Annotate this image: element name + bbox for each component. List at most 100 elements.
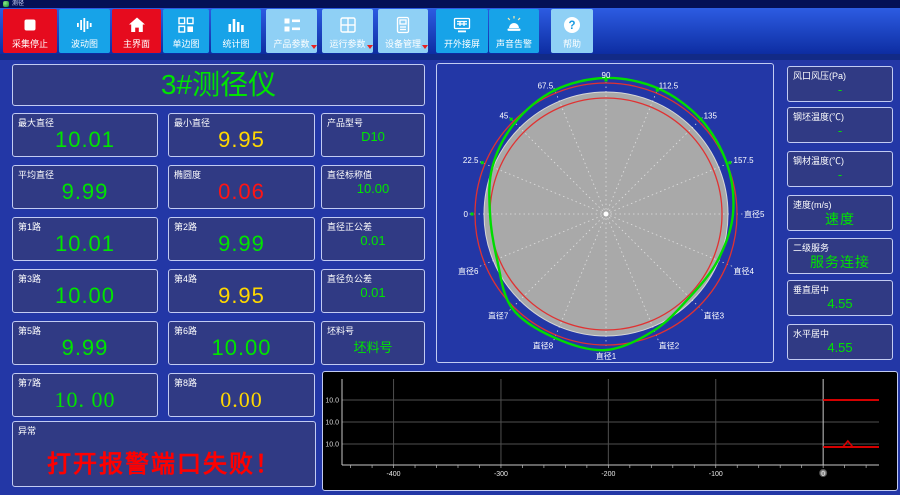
svg-text:?: ? (568, 20, 575, 32)
diameter-label: 直径4 (734, 266, 755, 276)
cell-value: 10.00 (356, 181, 390, 196)
app-icon (3, 1, 9, 7)
abnormal-label: 异常 (18, 426, 37, 436)
toolbar-button-single-edge-chart[interactable]: 单边图 (163, 9, 209, 53)
cell-value: 10.00 (211, 335, 272, 360)
waveform-icon (59, 14, 110, 36)
measurement-cell: 第5路 9.99 (12, 321, 158, 365)
toolbar-divider (0, 54, 900, 60)
cell-label: 水平居中 (793, 329, 830, 339)
toolbar-button-label: 帮助 (562, 39, 581, 49)
angle-label: 135 (704, 111, 718, 120)
x-tick-label: 0 (821, 471, 825, 478)
window-grid-icon (322, 14, 373, 36)
toolbar-button-label: 采集停止 (11, 39, 48, 49)
product-info-cell: 产品型号 D10 (321, 113, 425, 157)
abnormal-box: 异常 打开报警端口失败！ (12, 421, 316, 487)
cell-label: 钢坯温度(℃) (793, 112, 844, 122)
cell-value: 服务连接 (810, 254, 870, 270)
toolbar-button-main-view[interactable]: 主界面 (112, 9, 161, 53)
trend-chart-panel: 10.0 10.0 10.0 -400 -300 -200 -100 0 (322, 371, 898, 491)
toolbar-button-label: 产品参数 (273, 39, 317, 49)
y-tick-label: 10.0 (325, 420, 339, 427)
diameter-label: 直径2 (659, 341, 680, 351)
cell-label: 产品型号 (327, 118, 364, 128)
product-info-cell: 直径负公差 0.01 (321, 269, 425, 313)
stop-icon (3, 14, 57, 36)
trend-chart: 10.0 10.0 10.0 -400 -300 -200 -100 0 (325, 379, 879, 478)
monitor-icon (436, 14, 488, 36)
angle-label: 45 (499, 111, 508, 120)
toolbar-button-device-management[interactable]: 设备管理 (378, 9, 428, 53)
measurement-cell: 最小直径 9.95 (168, 113, 315, 157)
status-cell: 垂直居中 4.55 (787, 280, 893, 316)
toolbar-button-label: 波动图 (70, 39, 98, 49)
status-cell: 钢材温度(℃) - (787, 151, 893, 187)
cell-value: - (837, 82, 843, 97)
angle-marker (699, 117, 703, 121)
product-info-cell: 直径正公差 0.01 (321, 217, 425, 261)
cell-label: 直径正公差 (327, 222, 373, 232)
barchart-icon (211, 14, 261, 36)
measurement-cell: 椭圆度 0.06 (168, 165, 315, 209)
cell-label: 垂直居中 (793, 285, 830, 295)
toolbar-button-sound-alarm[interactable]: 声音告警 (489, 9, 539, 53)
angle-marker (728, 161, 732, 165)
toolbar-button-product-params[interactable]: 产品参数 (266, 9, 317, 53)
dropdown-arrow-icon (366, 45, 373, 49)
status-cell: 速度(m/s) 速度 (787, 195, 893, 231)
cell-value: 9.95 (218, 127, 265, 152)
cell-value: 0.01 (360, 285, 386, 300)
toolbar-button-label: 开外接屏 (443, 39, 480, 49)
toolbar-button-label: 单边图 (172, 39, 200, 49)
measurement-cell: 第3路 10.00 (12, 269, 158, 313)
cell-value: D10 (361, 129, 385, 144)
cell-value: - (837, 167, 843, 182)
cell-value: 9.99 (218, 231, 265, 256)
cell-value: 0.00 (220, 387, 263, 412)
cell-value: 10.00 (54, 283, 116, 308)
diameter-label: 直径8 (533, 341, 554, 351)
toolbar-button-label: 设备管理 (385, 39, 428, 49)
measurement-cell: 第1路 10.01 (12, 217, 158, 261)
toolbar-button-label: 声音告警 (495, 39, 532, 49)
dropdown-arrow-icon (310, 45, 317, 49)
cell-value: 速度 (825, 211, 855, 227)
measurement-cell: 第6路 10.00 (168, 321, 315, 365)
header-title-box: 3#测径仪 (12, 64, 425, 106)
toolbar-button-stop-capture[interactable]: 采集停止 (3, 9, 57, 53)
cell-value: - (837, 123, 843, 138)
cell-value: 0.01 (360, 233, 386, 248)
angle-label: 22.5 (463, 156, 479, 165)
window-titlebar: 测径 (0, 0, 900, 8)
toolbar: 采集停止 波动图 主界面 单边图 统计图 产品参数 运行参数 设备管理 开外接屏 声音告警? 帮助 (0, 8, 900, 54)
y-tick-label: 10.0 (325, 442, 339, 449)
x-tick-label: -100 (709, 471, 723, 478)
angle-label: 157.5 (734, 156, 755, 165)
toolbar-button-statistics-chart[interactable]: 统计图 (211, 9, 261, 53)
cell-value: 坯料号 (353, 340, 393, 355)
cell-value: 9.99 (61, 179, 109, 204)
polar-chart-panel: 0 22.5 45 67.5 90 112.5 135 157.5 直径5 直径4 直径3 直径2 直径… (436, 63, 774, 363)
angle-marker (553, 88, 557, 92)
angle-label: 0 (464, 210, 469, 219)
dropdown-arrow-icon (422, 45, 428, 49)
toolbar-button-fluctuation-chart[interactable]: 波动图 (59, 9, 110, 53)
x-tick-label: -300 (494, 471, 508, 478)
home-icon (112, 14, 161, 36)
cell-value: 10. 00 (54, 387, 116, 412)
toolbar-button-help[interactable]: ? 帮助 (551, 9, 593, 53)
cell-value: 10.01 (54, 231, 116, 256)
toolbar-button-label: 运行参数 (329, 39, 373, 49)
product-info-cell: 直径标称值 10.00 (321, 165, 425, 209)
abnormal-text: 打开报警端口失败！ (47, 450, 281, 478)
toolbar-button-operation-params[interactable]: 运行参数 (322, 9, 373, 53)
measurement-cell: 最大直径 10.01 (12, 113, 158, 157)
cell-value: 4.55 (827, 296, 853, 311)
status-cell: 风口风压(Pa) - (787, 66, 893, 102)
measurement-cell: 第7路 10. 00 (12, 373, 158, 417)
siren-icon (489, 14, 539, 36)
measurement-cell: 第8路 0.00 (168, 373, 315, 417)
toolbar-button-external-screen[interactable]: 开外接屏 (436, 9, 488, 53)
measurement-cell: 第4路 9.95 (168, 269, 315, 313)
